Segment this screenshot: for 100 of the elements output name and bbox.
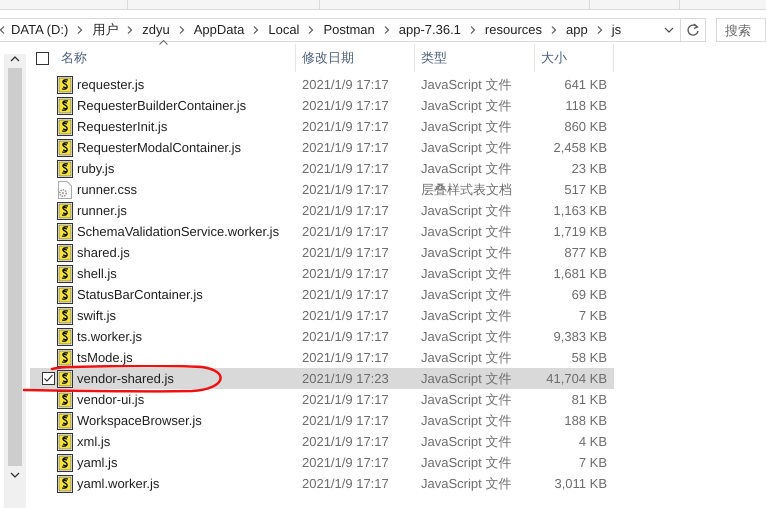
modified-date: 2021/1/9 17:23 [301,370,390,388]
file-type: JavaScript 文件 [420,264,512,283]
modified-date: 2021/1/9 17:17 [301,328,390,346]
file-type: JavaScript 文件 [420,454,512,472]
address-bar[interactable]: DATA (D:) 用户 zdyu AppData Local Postman app-7.36.1 resources app js [0,18,706,42]
breadcrumb-item[interactable]: Local [268,20,300,40]
chevron-right-icon [178,26,185,34]
file-size: 1,719 KB [552,222,608,241]
file-row[interactable]: RequesterInit.js 2021/1/9 17:17 JavaScript 文件 860 KB [30,116,614,137]
modified-date: 2021/1/9 17:17 [301,202,390,220]
script-file-icon [57,96,73,114]
column-header[interactable]: 大小 [541,48,567,68]
file-name: requester.js [77,76,144,94]
file-type: JavaScript 文件 [420,222,512,241]
file-row[interactable]: shell.js 2021/1/9 17:17 JavaScript 文件 1,681 KB [30,263,614,284]
file-row[interactable]: ruby.js 2021/1/9 17:17 JavaScript 文件 23 KB [30,158,614,179]
chevron-right-icon [253,26,260,34]
chevron-right-icon [127,26,134,34]
file-name: swift.js [77,306,116,325]
modified-date: 2021/1/9 17:17 [301,454,390,472]
file-row[interactable]: xml.js 2021/1/9 17:17 JavaScript 文件 4 KB [30,431,614,452]
select-all-checkbox[interactable] [36,52,49,64]
breadcrumb-item[interactable]: DATA (D:) [11,20,68,40]
file-size: 9,383 KB [552,328,608,346]
file-row[interactable]: vendor-shared.js 2021/1/9 17:23 JavaScript 文件 41,704 KB [30,368,614,389]
breadcrumb-item[interactable]: Postman [323,20,375,40]
script-file-icon [57,138,73,156]
file-row[interactable]: RequesterBuilderContainer.js 2021/1/9 17:17 JavaScript 文件 118 KB [30,95,614,116]
scroll-down-icon[interactable] [10,472,20,478]
column-header[interactable]: 类型 [421,48,447,68]
modified-date: 2021/1/9 17:17 [301,138,390,157]
chevron-right-icon [384,26,390,34]
file-name: runner.js [77,202,127,220]
script-file-icon [57,348,73,366]
breadcrumb-item[interactable]: app [566,20,588,40]
file-type: JavaScript 文件 [420,328,512,346]
file-type: JavaScript 文件 [420,244,512,262]
modified-date: 2021/1/9 17:17 [301,96,390,115]
file-type: JavaScript 文件 [420,474,512,493]
dropdown-caret-icon[interactable] [664,27,674,33]
file-row[interactable]: runner.js 2021/1/9 17:17 JavaScript 文件 1,163 KB [30,200,614,221]
breadcrumb-item[interactable]: AppData [194,20,244,40]
script-file-icon [57,432,73,450]
file-name: StatusBarContainer.js [77,286,203,304]
refresh-icon[interactable] [686,23,700,37]
file-name: SchemaValidationService.worker.js [77,222,280,241]
breadcrumb-item[interactable]: zdyu [142,20,170,40]
breadcrumb-item[interactable]: 用户 [92,20,118,40]
file-row[interactable]: tsMode.js 2021/1/9 17:17 JavaScript 文件 58 KB [30,347,614,368]
file-name: WorkspaceBrowser.js [77,412,202,430]
scrollbar-track[interactable] [4,54,26,508]
file-row[interactable]: RequesterModalContainer.js 2021/1/9 17:17 JavaScript 文件 2,458 KB [30,137,614,158]
script-file-icon [57,474,73,492]
scrollbar-thumb[interactable] [8,68,22,466]
file-row[interactable]: swift.js 2021/1/9 17:17 JavaScript 文件 7 KB [30,305,614,326]
file-row[interactable]: requester.js 2021/1/9 17:17 JavaScript 文件 641 KB [30,74,614,95]
chevron-right-icon [551,26,557,34]
modified-date: 2021/1/9 17:17 [301,160,390,178]
search-field[interactable]: 搜索 [716,18,766,42]
file-row[interactable]: SchemaValidationService.worker.js 2021/1/9 17:17 JavaScript 文件 1,719 KB [30,221,614,242]
file-name: runner.css [77,180,137,199]
breadcrumb-item[interactable]: js [612,20,622,40]
modified-date: 2021/1/9 17:17 [301,180,390,199]
script-file-icon [57,390,73,408]
modified-date: 2021/1/9 17:17 [301,222,390,241]
file-row[interactable]: WorkspaceBrowser.js 2021/1/9 17:17 JavaScript 文件 188 KB [30,410,614,431]
file-row[interactable]: ts.worker.js 2021/1/9 17:17 JavaScript 文件 9,383 KB [30,326,614,347]
file-row[interactable]: yaml.worker.js 2021/1/9 17:17 JavaScript 文件 3,011 KB [30,473,614,494]
breadcrumb-item[interactable]: resources [484,20,542,40]
row-checkbox[interactable] [42,372,55,385]
file-name: RequesterModalContainer.js [77,138,242,157]
file-name: yaml.js [77,454,118,472]
script-file-icon [57,244,73,262]
file-type: JavaScript 文件 [420,370,512,388]
file-size: 58 KB [570,348,608,367]
file-size: 1,681 KB [552,264,608,283]
breadcrumb-item[interactable]: app-7.36.1 [398,20,461,40]
script-file-icon [57,286,73,304]
file-row[interactable]: shared.js 2021/1/9 17:17 JavaScript 文件 877 KB [30,242,614,263]
scroll-up-icon[interactable] [10,56,20,62]
file-row[interactable]: StatusBarContainer.js 2021/1/9 17:17 JavaScript 文件 69 KB [30,284,614,305]
file-row[interactable]: vendor-ui.js 2021/1/9 17:17 JavaScript 文件 81 KB [30,389,614,410]
modified-date: 2021/1/9 17:17 [301,306,390,325]
modified-date: 2021/1/9 17:17 [301,286,390,304]
file-row[interactable]: runner.css 2021/1/9 17:17 层叠样式表文档 517 KB [30,179,614,200]
column-header[interactable]: 修改日期 [302,48,354,68]
file-size: 7 KB [578,306,608,325]
column-header[interactable]: 名称 [61,48,87,68]
file-type: JavaScript 文件 [420,138,512,157]
sort-caret-icon[interactable] [159,40,168,45]
file-size: 877 KB [563,244,608,262]
file-name: RequesterBuilderContainer.js [77,96,246,115]
chevron-right-icon [470,26,476,34]
script-file-icon [57,160,73,178]
file-row[interactable]: yaml.js 2021/1/9 17:17 JavaScript 文件 7 KB [30,452,614,473]
file-name: yaml.worker.js [77,474,160,493]
file-size: 4 KB [578,432,608,451]
script-file-icon [57,264,73,282]
file-type: JavaScript 文件 [420,118,512,136]
file-name: ruby.js [77,160,114,178]
